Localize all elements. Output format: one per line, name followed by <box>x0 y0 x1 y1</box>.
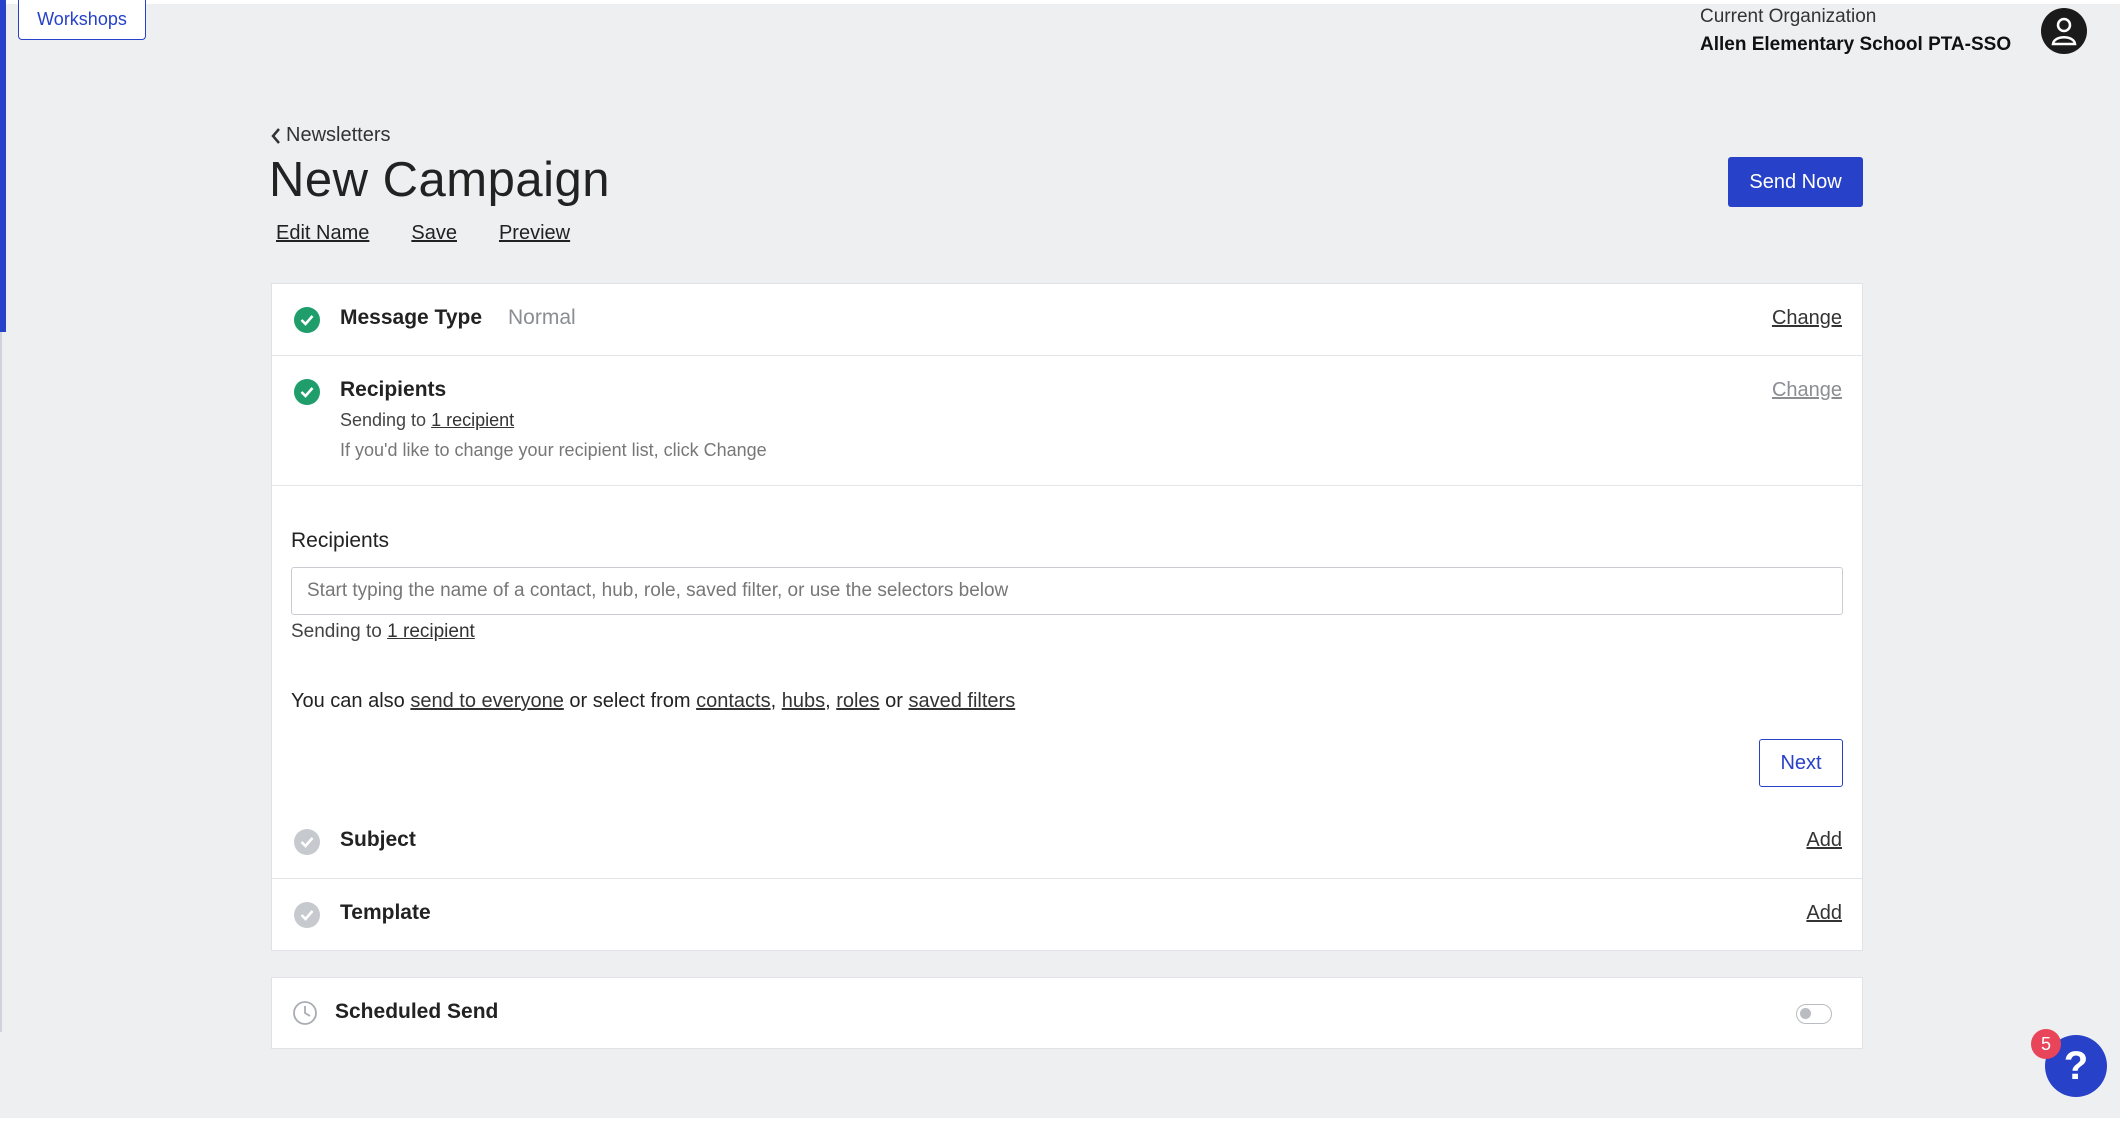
breadcrumb-label[interactable]: Newsletters <box>286 124 390 147</box>
recipients-editor: Recipients Sending to 1 recipient You ca… <box>272 486 1862 806</box>
scheduled-send-toggle[interactable] <box>1796 1004 1832 1024</box>
recipients-alternatives: You can also send to everyone or select … <box>291 690 1015 713</box>
sending-prefix: Sending to <box>340 410 427 430</box>
comma: , <box>770 690 777 712</box>
user-avatar-icon[interactable] <box>2041 8 2087 54</box>
recipients-change-link[interactable]: Change <box>1772 379 1842 402</box>
template-title: Template <box>340 901 431 924</box>
notification-badge: 5 <box>2031 1029 2061 1059</box>
scheduled-send-card: Scheduled Send <box>271 977 1863 1049</box>
sidebar-border <box>0 332 2 1032</box>
recipients-title: Recipients <box>340 378 447 401</box>
right-edge <box>2120 0 2124 1128</box>
recipients-sending-line: Sending to 1 recipient <box>340 410 514 431</box>
title-actions: Edit Name Save Preview <box>276 222 570 245</box>
workshops-button[interactable]: Workshops <box>18 0 146 40</box>
contacts-link[interactable]: contacts <box>696 690 770 712</box>
check-circle-icon <box>294 902 320 928</box>
step-template: Template Add <box>272 879 1862 951</box>
breadcrumb[interactable]: Newsletters <box>270 124 390 147</box>
recipient-count-link[interactable]: 1 recipient <box>431 410 514 430</box>
message-type-value: Normal <box>508 306 576 329</box>
check-circle-icon <box>294 307 320 333</box>
bottom-strip <box>0 1118 2124 1128</box>
preview-link[interactable]: Preview <box>499 222 570 245</box>
hubs-link[interactable]: hubs <box>782 690 825 712</box>
org-name: Allen Elementary School PTA-SSO <box>1700 34 2012 55</box>
recipients-search-input[interactable] <box>291 567 1843 615</box>
roles-link[interactable]: roles <box>836 690 879 712</box>
org-label: Current Organization <box>1700 6 1877 27</box>
campaign-steps-card: Message Type Normal Change Recipients Se… <box>271 283 1863 951</box>
sending-prefix: Sending to <box>291 621 382 642</box>
check-circle-icon <box>294 379 320 405</box>
top-strip <box>0 0 2124 4</box>
clock-icon <box>293 1001 317 1025</box>
recipient-count-link[interactable]: 1 recipient <box>387 621 475 642</box>
recipients-hint: If you'd like to change your recipient l… <box>340 440 767 460</box>
chevron-left-icon <box>271 127 280 144</box>
template-add-link[interactable]: Add <box>1806 902 1842 925</box>
send-to-everyone-link[interactable]: send to everyone <box>410 690 563 712</box>
or-text: or <box>885 690 903 712</box>
edit-name-link[interactable]: Edit Name <box>276 222 369 245</box>
subject-add-link[interactable]: Add <box>1806 829 1842 852</box>
page-title: New Campaign <box>269 153 610 207</box>
also-prefix: You can also <box>291 690 405 712</box>
subject-title: Subject <box>340 828 416 851</box>
scheduled-send-title: Scheduled Send <box>335 1000 499 1023</box>
send-now-button[interactable]: Send Now <box>1728 157 1863 207</box>
next-button[interactable]: Next <box>1759 739 1843 787</box>
sidebar-accent <box>0 0 6 332</box>
comma: , <box>825 690 831 712</box>
step-message-type: Message Type Normal Change <box>272 284 1862 356</box>
step-recipients: Recipients Sending to 1 recipient If you… <box>272 356 1862 486</box>
toggle-knob <box>1800 1008 1811 1019</box>
or-select-text: or select from <box>569 690 691 712</box>
check-circle-icon <box>294 829 320 855</box>
message-type-change-link[interactable]: Change <box>1772 307 1842 330</box>
recipients-editor-label: Recipients <box>291 529 390 552</box>
message-type-title: Message Type <box>340 306 483 329</box>
save-link[interactable]: Save <box>411 222 457 245</box>
saved-filters-link[interactable]: saved filters <box>908 690 1015 712</box>
recipients-editor-sending: Sending to 1 recipient <box>291 621 475 643</box>
step-subject: Subject Add <box>272 806 1862 879</box>
